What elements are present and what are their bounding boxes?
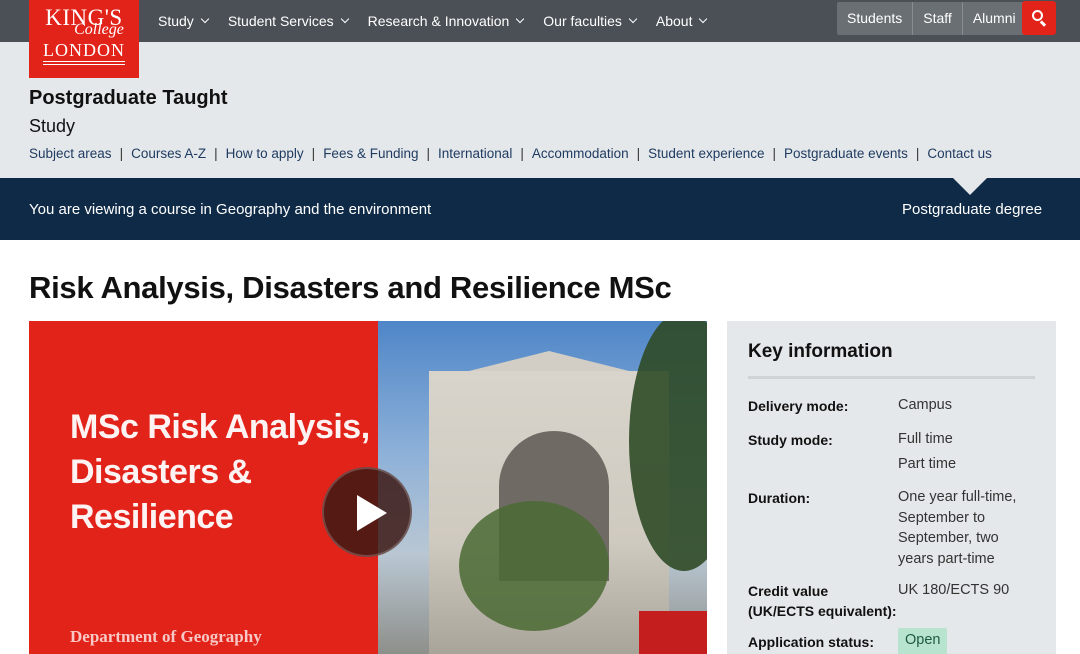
key-information-title: Key information: [748, 341, 893, 362]
duration-label: Duration:: [748, 490, 811, 506]
study-mode-label: Study mode:: [748, 432, 833, 448]
nav-item-label: About: [655, 13, 693, 29]
subnav-accommodation[interactable]: Accommodation: [532, 146, 629, 161]
viewing-course-text: You are viewing a course in Geography an…: [29, 201, 432, 218]
chevron-down-icon: [628, 14, 638, 24]
students-link[interactable]: Students: [837, 2, 914, 35]
chevron-down-icon: [516, 14, 525, 24]
nav-item-label: Our faculties: [543, 13, 622, 29]
chevron-down-icon: [340, 14, 349, 24]
main-navigation: Study Student Services Research & Innova…: [158, 0, 726, 42]
nav-item-our-faculties[interactable]: Our faculties: [543, 13, 638, 29]
search-button[interactable]: [1022, 1, 1056, 35]
subnav-separator: |: [426, 146, 431, 161]
duration-value-line: years part-time: [898, 551, 995, 567]
subnav-international[interactable]: International: [438, 146, 512, 161]
banner-notch: [953, 178, 987, 195]
degree-level-text: Postgraduate degree: [902, 201, 1043, 218]
logo-line-3: LONDON: [43, 40, 125, 60]
subnav-separator: |: [214, 146, 218, 161]
subnav-separator: |: [311, 146, 316, 161]
subnav-separator: |: [915, 146, 920, 161]
subnav-postgraduate-events[interactable]: Postgraduate events: [784, 146, 908, 161]
nav-item-label: Research & Innovation: [367, 13, 510, 29]
subnav-courses-a-z[interactable]: Courses A-Z: [131, 146, 206, 161]
course-video[interactable]: MSc Risk Analysis, Disasters & Resilienc…: [29, 321, 707, 654]
logo-rule: [43, 64, 125, 65]
staff-link[interactable]: Staff: [913, 2, 963, 35]
duration-value-line: September, two: [898, 530, 999, 546]
search-icon-handle: [1040, 20, 1047, 27]
chevron-down-icon: [200, 14, 210, 24]
duration-value-line: September to: [898, 510, 986, 526]
play-icon: [357, 495, 387, 531]
subnav-separator: |: [636, 146, 641, 161]
credit-value-label: Credit value: [748, 583, 829, 599]
video-bus: [639, 611, 707, 654]
subnav-how-to-apply[interactable]: How to apply: [226, 146, 304, 161]
kings-college-london-logo[interactable]: KING'S College LONDON: [29, 0, 139, 78]
nav-item-study[interactable]: Study: [158, 13, 210, 29]
audience-links: Students Staff Alumni: [837, 2, 1026, 35]
video-department: Department of Geography: [70, 627, 262, 646]
subnav-separator: |: [772, 146, 777, 161]
video-title-line: MSc Risk Analysis,: [70, 408, 370, 446]
page-title: Risk Analysis, Disasters and Resilience …: [29, 270, 672, 305]
video-tree: [459, 501, 609, 631]
subnav-separator: |: [520, 146, 524, 161]
course-context-banner: You are viewing a course in Geography an…: [0, 178, 1080, 240]
logo-rule: [43, 61, 125, 62]
key-information-panel: Key information Delivery mode: Campus St…: [727, 321, 1056, 654]
chevron-down-icon: [699, 14, 708, 24]
section-subnav: Subject areas | Courses A-Z | How to apply…: [29, 146, 992, 161]
study-mode-value: Full time: [898, 431, 953, 447]
subnav-student-experience[interactable]: Student experience: [648, 146, 764, 161]
subnav-separator: |: [119, 146, 124, 161]
section-title: Postgraduate Taught: [29, 87, 228, 109]
subnav-subject-areas[interactable]: Subject areas: [29, 146, 112, 161]
delivery-mode-value: Campus: [898, 397, 952, 413]
subnav-contact-us[interactable]: Contact us: [927, 146, 992, 161]
credit-value: UK 180/ECTS 90: [898, 582, 1010, 598]
section-header: Postgraduate Taught Study Subject areas |…: [0, 42, 1080, 178]
top-bar: Study Student Services Research & Innova…: [0, 0, 1080, 42]
alumni-link[interactable]: Alumni: [963, 2, 1026, 35]
nav-item-label: Student Services: [227, 13, 334, 29]
delivery-mode-label: Delivery mode:: [748, 398, 849, 414]
section-subtitle: Study: [29, 116, 76, 136]
key-information-divider: [748, 376, 1035, 379]
study-mode-value: Part time: [898, 456, 957, 472]
nav-item-research-innovation[interactable]: Research & Innovation: [367, 13, 525, 29]
nav-item-student-services[interactable]: Student Services: [227, 13, 349, 29]
subnav-fees-funding[interactable]: Fees & Funding: [323, 146, 418, 161]
duration-value-line: One year full-time,: [898, 489, 1017, 505]
credit-value-label: (UK/ECTS equivalent):: [748, 603, 897, 619]
play-button[interactable]: [322, 467, 412, 557]
nav-item-label: Study: [158, 13, 194, 29]
logo-line-2: College: [74, 21, 124, 38]
video-title-line: Disasters &: [70, 453, 252, 491]
nav-item-about[interactable]: About: [655, 13, 708, 29]
application-status-label: Application status:: [748, 634, 875, 650]
status-badge: Open: [898, 628, 948, 654]
